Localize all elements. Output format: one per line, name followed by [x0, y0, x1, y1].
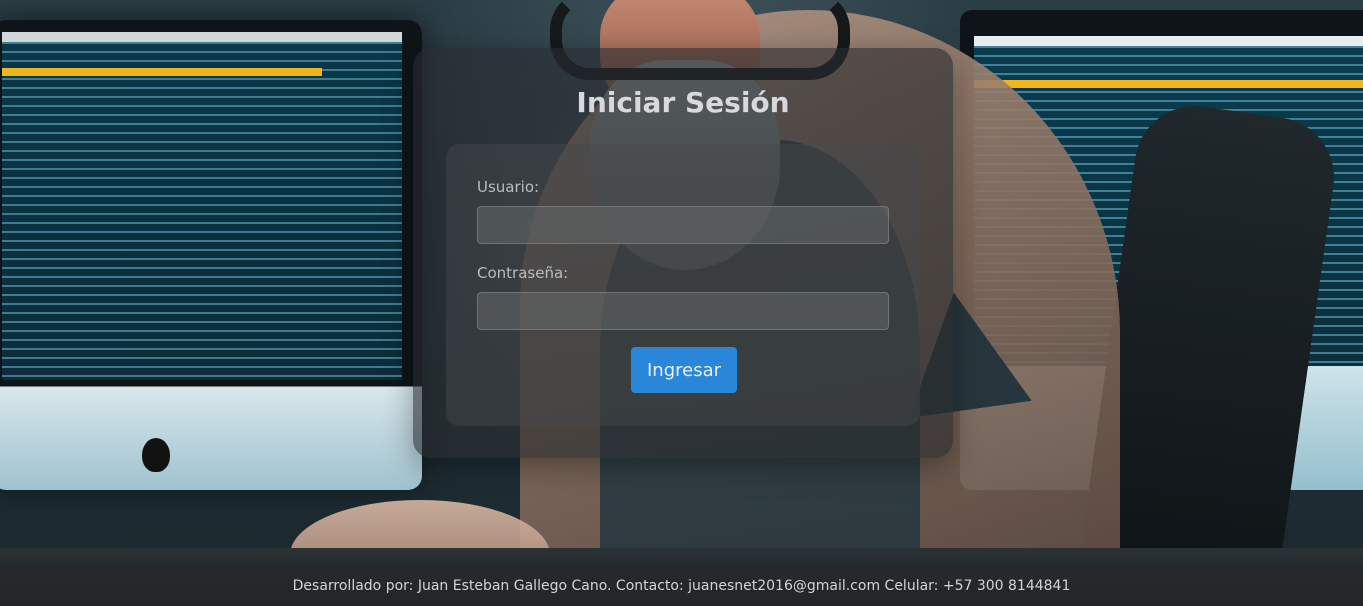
apple-logo-icon	[142, 438, 170, 472]
left-monitor-toolbar	[2, 68, 322, 76]
left-monitor-screen	[2, 32, 402, 380]
login-submit-button[interactable]: Ingresar	[631, 347, 737, 393]
right-monitor-toolbar	[974, 80, 1363, 88]
login-panel: Iniciar Sesión Usuario: Contraseña: Ingr…	[413, 48, 953, 458]
username-input[interactable]	[477, 206, 889, 244]
footer-credits: Desarrollado por: Juan Esteban Gallego C…	[0, 566, 1363, 606]
password-label: Contraseña:	[477, 264, 569, 282]
login-title: Iniciar Sesión	[576, 86, 790, 119]
left-monitor-image	[0, 20, 422, 490]
login-form: Usuario: Contraseña: Ingresar	[446, 144, 920, 426]
username-label: Usuario:	[477, 178, 540, 196]
password-input[interactable]	[477, 292, 889, 330]
